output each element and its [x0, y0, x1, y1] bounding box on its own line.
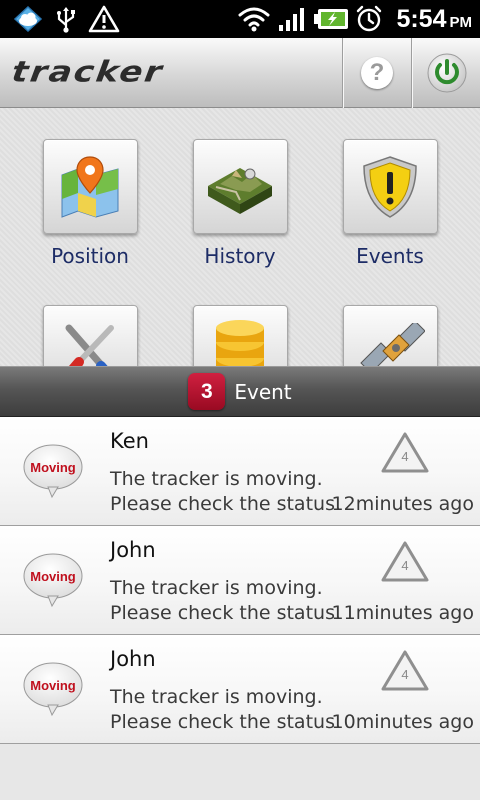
help-icon: ?: [361, 57, 393, 89]
event-count-badge: 3: [188, 373, 226, 410]
event-time: 10minutes ago: [331, 711, 474, 733]
moving-bubble-icon: Moving: [23, 444, 83, 499]
position-label: Position: [51, 244, 129, 268]
event-name: Ken: [110, 429, 149, 453]
wifi-icon: [236, 4, 272, 34]
shield-warning-icon: [363, 155, 417, 218]
event-row[interactable]: Moving Ken The tracker is moving. Please…: [0, 417, 480, 526]
event-row[interactable]: Moving John The tracker is moving. Pleas…: [0, 526, 480, 635]
event-name: John: [110, 538, 156, 562]
settings-button[interactable]: [42, 305, 138, 366]
event-time: 12minutes ago: [331, 493, 474, 515]
battery-charging-icon: [312, 4, 352, 34]
level-number: 4: [401, 449, 409, 464]
position-button[interactable]: [42, 139, 138, 234]
events-header-bar[interactable]: 3 Event: [0, 366, 480, 417]
app-header: tracker ?: [0, 38, 480, 108]
signal-icon: [276, 4, 308, 34]
event-message: The tracker is moving. Please check the …: [110, 577, 342, 624]
satellite-tile[interactable]: [320, 305, 460, 366]
bubble-text: Moving: [30, 569, 76, 584]
history-button[interactable]: [192, 139, 288, 234]
moving-bubble-icon: Moving: [23, 662, 83, 717]
level-icon: 4: [380, 431, 430, 475]
bubble-text: Moving: [30, 678, 76, 693]
power-button[interactable]: [413, 38, 480, 108]
terrain-history-icon: [208, 167, 272, 214]
status-bar: 5:54 PM: [0, 0, 480, 38]
event-message: The tracker is moving. Please check the …: [110, 686, 342, 733]
settings-tile[interactable]: [20, 305, 160, 366]
database-button[interactable]: [192, 305, 288, 366]
level-icon: 4: [380, 540, 430, 584]
level-number: 4: [401, 558, 409, 573]
map-pin-icon: [61, 155, 119, 218]
database-icon: [216, 319, 264, 366]
event-message: The tracker is moving. Please check the …: [110, 468, 342, 515]
events-button[interactable]: [342, 139, 438, 234]
clock: 5:54 PM: [396, 4, 472, 34]
clock-time: 5:54: [396, 5, 447, 33]
level-number: 4: [401, 667, 409, 682]
level-icon: 4: [380, 649, 430, 693]
bubble-text: Moving: [30, 460, 76, 475]
events-label: Events: [356, 244, 424, 268]
alarm-icon: [354, 4, 384, 34]
history-label: History: [204, 244, 276, 268]
event-row[interactable]: Moving John The tracker is moving. Pleas…: [0, 635, 480, 744]
database-tile[interactable]: [170, 305, 310, 366]
event-name: John: [110, 647, 156, 671]
history-tile[interactable]: History: [170, 139, 310, 268]
help-button[interactable]: ?: [344, 38, 410, 108]
position-tile[interactable]: Position: [20, 139, 160, 268]
tools-icon: [65, 324, 114, 366]
power-icon: [427, 53, 466, 93]
events-list: Moving Ken The tracker is moving. Please…: [0, 417, 480, 744]
events-tile[interactable]: Events: [320, 139, 460, 268]
usb-icon: [52, 4, 80, 34]
moving-bubble-icon: Moving: [23, 553, 83, 608]
warning-icon: [86, 4, 122, 34]
weather-cloud-icon: [10, 4, 46, 34]
menu-grid: Position History Events: [0, 108, 480, 366]
event-time: 11minutes ago: [331, 602, 474, 624]
events-header-label: Event: [234, 379, 292, 404]
clock-ampm: PM: [449, 14, 473, 31]
satellite-button[interactable]: [342, 305, 438, 366]
satellite-icon: [360, 322, 425, 366]
app-logo: tracker: [9, 55, 166, 89]
